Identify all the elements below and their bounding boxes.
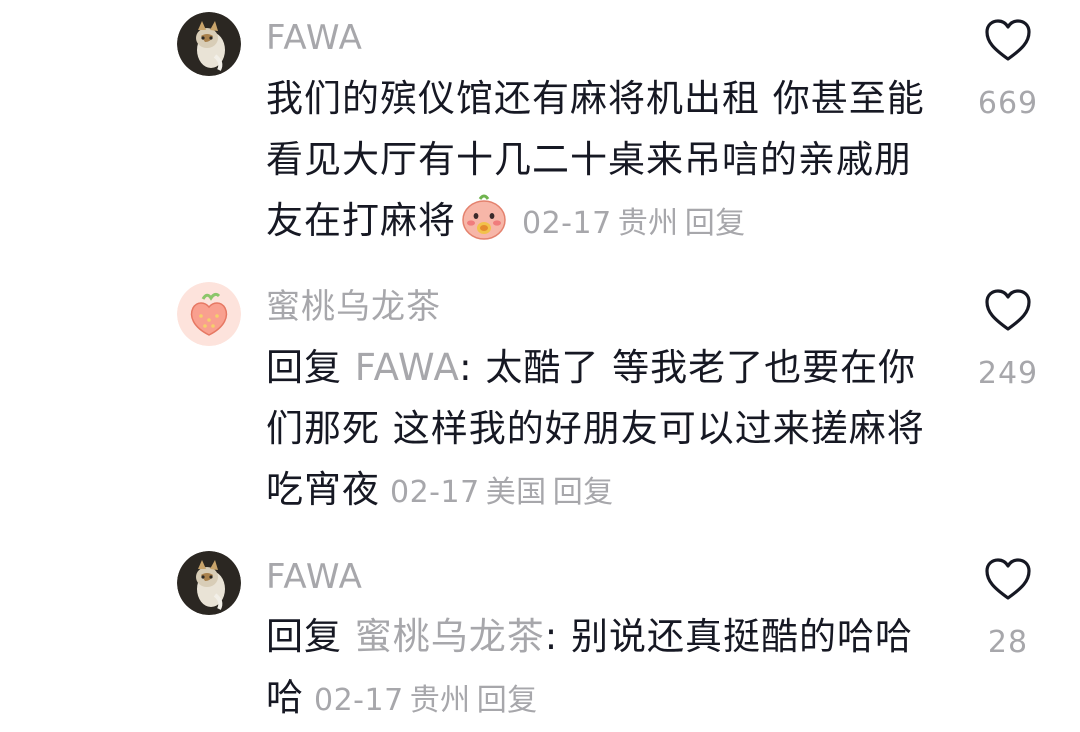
cat-avatar-icon <box>177 12 241 76</box>
reply-button[interactable]: 回复 <box>685 206 746 241</box>
cat-avatar-icon <box>177 551 241 615</box>
comment-date: 02-17 <box>314 683 404 718</box>
comment-username[interactable]: FAWA <box>266 18 363 58</box>
like-count: 669 <box>977 86 1039 121</box>
reply-separator: : <box>459 346 486 389</box>
avatar[interactable] <box>177 12 241 76</box>
comment-location: 贵州 <box>409 683 471 718</box>
like-count: 249 <box>977 356 1039 391</box>
blush-face-emoji-icon <box>458 191 510 243</box>
reply-separator: : <box>544 615 571 658</box>
comment-username[interactable]: 蜜桃乌龙茶 <box>266 287 441 327</box>
reply-prefix: 回复 <box>266 346 355 389</box>
comment-meta: 02-17 贵州 回复 <box>512 206 746 241</box>
heart-icon <box>985 19 1031 61</box>
like-button[interactable]: 669 <box>968 18 1048 121</box>
comment-body: 我们的殡仪馆还有麻将机出租 你甚至能看见大厅有十几二十桌来吊唁的亲戚朋友在打麻将… <box>266 68 946 254</box>
reply-button[interactable]: 回复 <box>553 475 614 510</box>
comment-date: 02-17 <box>390 475 480 510</box>
peach-avatar-icon <box>177 282 241 346</box>
comment-body: 回复 FAWA: 太酷了 等我老了也要在你们那死 这样我的好朋友可以过来搓麻将吃… <box>266 337 946 523</box>
comment-location: 美国 <box>485 475 547 510</box>
heart-icon <box>985 558 1031 600</box>
avatar[interactable] <box>177 551 241 615</box>
comment-username[interactable]: FAWA <box>266 557 363 597</box>
comment-date: 02-17 <box>522 206 612 241</box>
reply-button[interactable]: 回复 <box>477 683 538 718</box>
reply-mention[interactable]: 蜜桃乌龙茶 <box>355 615 545 658</box>
reply-prefix: 回复 <box>266 615 355 658</box>
avatar[interactable] <box>177 282 241 346</box>
like-button[interactable]: 28 <box>968 557 1048 660</box>
like-button[interactable]: 249 <box>968 288 1048 391</box>
like-count: 28 <box>987 625 1029 660</box>
comment-body: 回复 蜜桃乌龙茶: 别说还真挺酷的哈哈哈 02-17 贵州 回复 <box>266 606 946 731</box>
reply-mention[interactable]: FAWA <box>355 346 459 389</box>
comment-meta: 02-17 贵州 回复 <box>304 683 538 718</box>
comment-meta: 02-17 美国 回复 <box>380 475 614 510</box>
comment-location: 贵州 <box>617 206 679 241</box>
heart-icon <box>985 289 1031 331</box>
